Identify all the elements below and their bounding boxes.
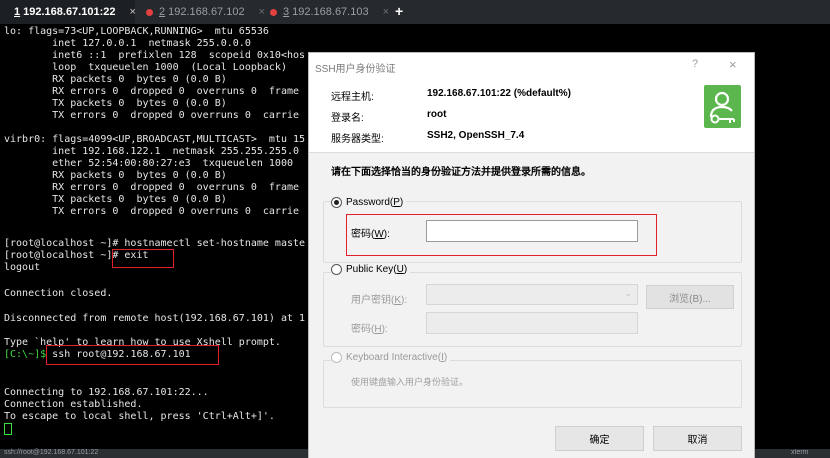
tab-session-1[interactable]: 1 192.168.67.101:22 × [0,0,136,24]
ok-button[interactable]: 确定 [555,426,644,451]
tab-session-2[interactable]: 2 192.168.67.102 × [146,0,265,24]
terminal-line: Disconnected from remote host(192.168.67… [4,313,306,324]
password-field-accel: W [374,229,384,240]
radio-checked-icon [331,197,342,208]
browse-button[interactable]: 浏览(B)... [646,285,734,309]
passphrase-input[interactable] [426,312,638,334]
radio-unchecked-icon [331,352,342,363]
terminal-line: Connection established. [4,399,143,410]
server-type-label: 服务器类型: [331,134,384,145]
terminal-line: TX packets 0 bytes 0 (0.0 B) [4,194,227,205]
terminal-line: RX errors 0 dropped 0 overruns 0 frame [4,86,300,97]
browse-label: 浏览(B)... [669,293,711,305]
dialog-title: SSH用户身份验证 [315,64,396,75]
close-tab-icon[interactable]: × [259,6,265,18]
add-tab-button[interactable]: + [395,3,403,19]
cursor-block-icon [4,423,12,435]
terminal-line: TX packets 0 bytes 0 (0.0 B) [4,98,227,109]
shell-prompt: [C:\~]$ [4,349,53,360]
login-name-value: root [427,109,447,120]
terminal-line: ether 52:54:00:80:27:e3 txqueuelen 1000 [4,158,293,169]
close-tab-icon[interactable]: × [130,6,136,18]
password-input[interactable] [426,220,638,242]
password-label-text: 密码( [351,229,375,240]
terminal-line: virbr0: flags=4099<UP,BROADCAST,MULTICAS… [4,134,306,145]
connection-info: 远程主机: 192.168.67.101:22 (%default%) 登录名:… [309,77,754,152]
ok-label: 确定 [589,435,610,446]
terminal-line: lo: flags=73<UP,LOOPBACK,RUNNING> mtu 65… [4,26,269,37]
tab-label: 192.168.67.101:22 [23,6,116,18]
passphrase-label: 密码(H): [351,320,388,335]
terminal-line: inet6 ::1 prefixlen 128 scopeid 0x10<hos [4,50,306,61]
terminal-line: Connection closed. [4,288,113,299]
password-radio[interactable]: Password(P) [331,197,407,208]
remote-host-label: 远程主机: [331,92,374,103]
terminal-line: Connecting to 192.168.67.101:22... [4,387,209,398]
terminal-line: RX errors 0 dropped 0 overruns 0 frame [4,182,300,193]
ssh-auth-dialog: SSH用户身份验证 ? × 远程主机: 192.168.67.101:22 (%… [308,52,755,458]
password-field-label: 密码(W): [351,225,390,240]
tab-number: 1 [14,6,21,18]
keyboard-interactive-radio[interactable]: Keyboard Interactive(I) [331,352,451,363]
status-dot-icon [146,8,153,16]
terminal-line: logout [4,262,41,273]
instruction-text: 请在下面选择恰当的身份验证方法并提供登录所需的信息。 [331,167,591,178]
chevron-down-icon: ⌄ [624,288,632,298]
tab-bar: 1 192.168.67.101:22 × 2 192.168.67.102 ×… [0,0,830,24]
radio-unchecked-icon [331,264,342,275]
help-icon[interactable]: ? [692,58,698,70]
status-term-type: xterm [791,449,809,456]
login-name-label: 登录名: [331,113,364,124]
server-type-value: SSH2, OpenSSH_7.4 [427,130,525,141]
status-dot-icon [270,8,277,16]
user-key-icon [704,85,741,128]
password-accel: P [393,197,400,208]
tab-label: 192.168.67.103 [292,6,369,18]
highlight-box-ssh [46,345,219,365]
keyboard-option-close: ) [443,352,448,363]
cancel-label: 取消 [687,435,708,446]
password-option-label: Password( [346,197,394,208]
tab-number: 2 [159,6,166,18]
user-key-label-close: ): [401,295,408,306]
terminal-line: RX packets 0 bytes 0 (0.0 B) [4,74,227,85]
terminal-line: loop txqueuelen 1000 (Local Loopback) [4,62,287,73]
user-key-select[interactable]: ⌄ [426,284,638,305]
tab-number: 3 [283,6,290,18]
tab-session-3[interactable]: 3 192.168.67.103 × [270,0,389,24]
public-key-radio[interactable]: Public Key(U) [331,264,411,275]
public-key-option-close: ) [403,264,408,275]
keyboard-option-label: Keyboard Interactive( [346,352,442,363]
password-option-close: ) [399,197,404,208]
terminal-line: inet 192.168.122.1 netmask 255.255.255.0 [4,146,300,157]
highlight-box-exit [112,249,174,268]
terminal-line: To escape to local shell, press 'Ctrl+Al… [4,411,275,422]
cancel-button[interactable]: 取消 [653,426,742,451]
terminal-line: RX packets 0 bytes 0 (0.0 B) [4,170,227,181]
remote-host-value: 192.168.67.101:22 (%default%) [427,88,571,99]
passphrase-accel: H [374,324,382,335]
user-key-label: 用户密钥(K): [351,291,407,306]
keyboard-interactive-hint: 使用键盘输入用户身份验证。 [351,377,469,387]
tab-label: 192.168.67.102 [168,6,245,18]
status-connection: ssh://root@192.168.67.101:22 [4,449,99,456]
password-label-close: ): [383,229,390,240]
auth-methods-panel: 请在下面选择恰当的身份验证方法并提供登录所需的信息。 Password(P) 密… [309,152,754,458]
public-key-option-label: Public Key( [346,264,397,275]
terminal-line: TX errors 0 dropped 0 overruns 0 carrie [4,110,300,121]
close-icon[interactable]: × [729,57,737,72]
terminal-cursor [4,423,12,435]
terminal-line: TX errors 0 dropped 0 overruns 0 carrie [4,206,300,217]
terminal-line: inet 127.0.0.1 netmask 255.0.0.0 [4,38,251,49]
user-key-accel: K [394,295,402,306]
close-tab-icon[interactable]: × [383,6,389,18]
user-key-label-text: 用户密钥( [351,295,395,306]
passphrase-label-text: 密码( [351,324,375,335]
passphrase-label-close: ): [381,324,388,335]
public-key-accel: U [396,264,404,275]
